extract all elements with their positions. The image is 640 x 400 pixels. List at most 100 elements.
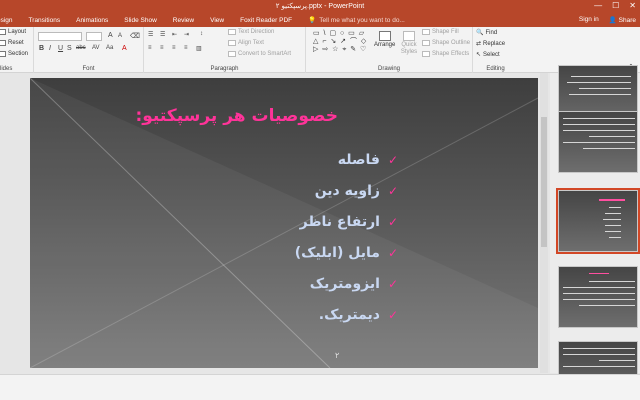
decrease-indent-icon[interactable]: ⇤	[172, 31, 177, 38]
search-icon: 🔍	[476, 30, 484, 36]
shrink-font-button[interactable]: A	[118, 33, 122, 39]
thumbnail-slide[interactable]	[558, 111, 638, 173]
ribbon-tabs: esign Transitions Animations Slide Show …	[0, 13, 640, 27]
tell-me-text: Tell me what you want to do...	[319, 16, 405, 24]
arrange-button[interactable]: Arrange	[374, 31, 395, 48]
thumbnail-slide-current[interactable]	[556, 188, 640, 254]
tab-view[interactable]: View	[202, 17, 232, 24]
group-editing: 🔍 Find ⇄ Replace ↖ Select Editing	[473, 27, 518, 73]
select-button[interactable]: ↖ Select	[476, 51, 500, 59]
share-label: Share	[618, 17, 636, 24]
maximize-button[interactable]: ☐	[612, 1, 619, 10]
shadow-button[interactable]: S	[67, 45, 72, 52]
thumbnail-slide[interactable]	[558, 266, 638, 328]
columns-icon[interactable]: ▥	[196, 45, 202, 52]
group-paragraph: ☰ ☰ ⇤ ⇥ ↕ ≡ ≡ ≡ ≡ ▥ Text Direction Align…	[144, 27, 306, 73]
shape-effects-button[interactable]: Shape Effects	[422, 51, 469, 57]
bullets-icon[interactable]: ☰	[148, 31, 153, 38]
align-right-icon[interactable]: ≡	[172, 45, 176, 51]
tab-review[interactable]: Review	[165, 17, 202, 24]
group-label-slides: lides	[0, 66, 13, 72]
spacing-button[interactable]: AV	[92, 45, 100, 51]
layout-button[interactable]: Layout	[0, 29, 26, 35]
pen-icon	[422, 40, 430, 46]
lightbulb-icon: 💡	[308, 17, 317, 24]
bullet-text: ایزومتریک	[309, 275, 380, 292]
text-direction-icon	[228, 29, 236, 35]
reset-button[interactable]: Reset	[0, 40, 24, 46]
list-item: ✓ دیمتریک.	[295, 299, 398, 330]
italic-button[interactable]: I	[49, 45, 51, 52]
align-left-icon[interactable]: ≡	[148, 45, 152, 51]
quick-styles-button[interactable]: Quick Styles	[398, 31, 420, 56]
underline-button[interactable]: U	[58, 45, 63, 52]
convert-smartart-button[interactable]: Convert to SmartArt	[228, 51, 291, 57]
font-color-button[interactable]: A	[122, 45, 127, 52]
list-item: ✓ فاصله	[295, 144, 398, 175]
tab-transitions[interactable]: Transitions	[21, 17, 69, 24]
justify-icon[interactable]: ≡	[184, 45, 188, 51]
checkmark-icon: ✓	[387, 307, 398, 322]
shape-effects-label: Shape Effects	[432, 51, 470, 57]
section-button[interactable]: Section	[0, 51, 28, 57]
checkmark-icon: ✓	[387, 214, 398, 229]
align-center-icon[interactable]: ≡	[160, 45, 164, 51]
bullet-text: مایل (ابلیک)	[294, 244, 380, 261]
shape-outline-label: Shape Outline	[432, 40, 471, 46]
tab-foxit-reader-pdf[interactable]: Foxit Reader PDF	[232, 17, 300, 24]
replace-icon: ⇄	[476, 41, 482, 47]
vertical-scrollbar[interactable]	[540, 73, 548, 373]
bullet-list[interactable]: ✓ فاصله ✓ زاویه دین ✓ ارتفاع ناظر ✓ مایل (اب…	[295, 144, 398, 330]
align-text-icon	[228, 40, 236, 46]
quick-styles-icon	[403, 31, 415, 41]
section-label: Section	[8, 51, 29, 57]
font-name-select[interactable]	[38, 32, 82, 41]
find-button[interactable]: 🔍 Find	[476, 29, 497, 37]
font-size-select[interactable]	[86, 32, 102, 41]
shapes-gallery[interactable]: ▭ \ ▢ ○ ▭ ▱ △ ⌐ ↘ ↗ ⌒ ◇ ▷ ⇨ ☆ ⌖ ✎ ♡	[313, 30, 369, 60]
minimize-button[interactable]: —	[594, 1, 602, 10]
bullet-text: زاویه دین	[314, 182, 380, 199]
sign-in-link[interactable]: Sign in	[579, 16, 599, 24]
bullet-text: ارتفاع ناظر	[299, 213, 380, 230]
quick-styles-label: Quick Styles	[400, 42, 418, 55]
line-spacing-icon[interactable]: ↕	[200, 31, 203, 37]
share-button[interactable]: 👤 Share	[609, 16, 636, 24]
grow-font-button[interactable]: A	[108, 32, 113, 39]
bullet-text: فاصله	[337, 151, 380, 168]
numbering-icon[interactable]: ☰	[160, 31, 165, 38]
window-controls: — ☐ ✕	[594, 1, 636, 10]
text-direction-button[interactable]: Text Direction	[228, 29, 274, 35]
clear-format-icon[interactable]: ⌫	[130, 32, 140, 40]
ribbon: Layout Reset Section lides A A ⌫ B I U S…	[0, 27, 640, 73]
close-button[interactable]: ✕	[629, 1, 636, 10]
convert-smartart-label: Convert to SmartArt	[238, 51, 292, 57]
smartart-icon	[228, 51, 236, 57]
change-case-button[interactable]: Aa	[106, 45, 113, 51]
group-label-drawing: Drawing	[377, 66, 400, 72]
strikethrough-button[interactable]: abc	[76, 45, 86, 51]
reset-icon	[0, 40, 6, 46]
align-text-button[interactable]: Align Text	[228, 40, 264, 46]
text-direction-label: Text Direction	[238, 29, 275, 35]
replace-button[interactable]: ⇄ Replace	[476, 40, 505, 48]
thumbnail-pane	[550, 65, 640, 400]
slide-title[interactable]: خصوصیات هر پرسپکتیو:	[135, 106, 338, 126]
arrange-icon	[378, 31, 391, 41]
group-slides: Layout Reset Section lides	[0, 27, 34, 73]
scrollbar-thumb[interactable]	[541, 117, 547, 247]
group-drawing: ▭ \ ▢ ○ ▭ ▱ △ ⌐ ↘ ↗ ⌒ ◇ ▷ ⇨ ☆ ⌖ ✎ ♡ Arra…	[306, 27, 473, 73]
shape-outline-button[interactable]: Shape Outline	[422, 40, 470, 46]
cursor-icon: ↖	[476, 52, 482, 58]
tab-animations[interactable]: Animations	[68, 17, 116, 24]
group-label-font: Font	[82, 66, 95, 72]
tab-design[interactable]: esign	[0, 17, 21, 24]
tab-slide-show[interactable]: Slide Show	[116, 17, 165, 24]
slide-canvas[interactable]: خصوصیات هر پرسپکتیو: ✓ فاصله ✓ زاویه دین ✓…	[30, 78, 538, 368]
group-label-paragraph: Paragraph	[210, 66, 239, 72]
left-panel-strip	[0, 73, 28, 373]
tell-me-box[interactable]: 💡 Tell me what you want to do...	[308, 16, 405, 25]
shape-fill-button[interactable]: Shape Fill	[422, 29, 459, 35]
bold-button[interactable]: B	[39, 45, 44, 52]
increase-indent-icon[interactable]: ⇥	[184, 31, 189, 38]
